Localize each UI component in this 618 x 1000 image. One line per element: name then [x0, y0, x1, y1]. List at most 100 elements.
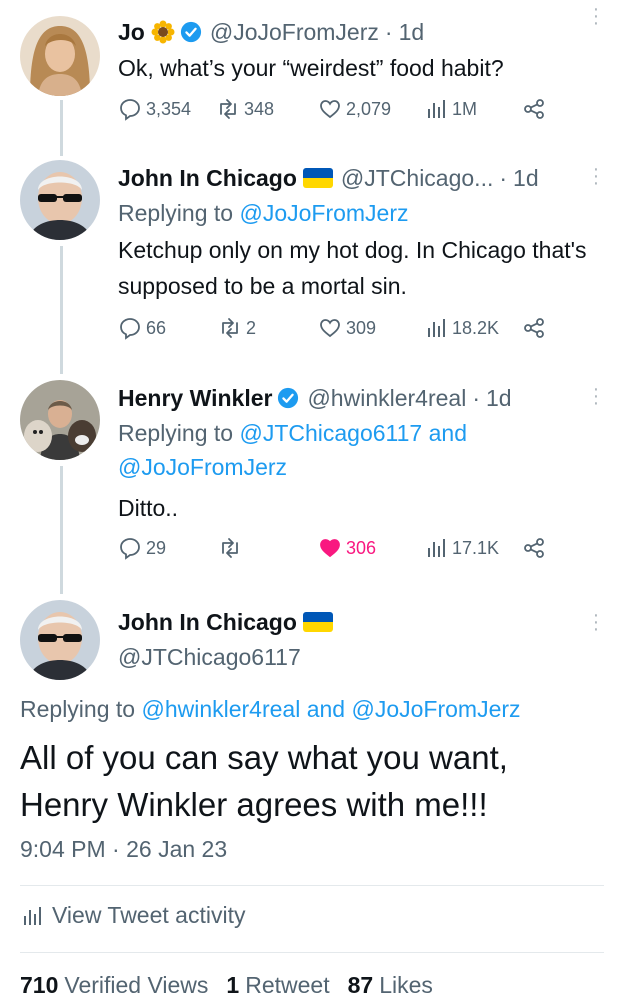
tweet-text: Ok, what’s your “weirdest” food habit?	[118, 55, 504, 81]
replying-to: Replying to @JoJoFromJerz	[118, 200, 409, 227]
reply-icon	[118, 97, 146, 121]
more-icon[interactable]: · · ·	[588, 605, 604, 639]
like-icon	[318, 316, 346, 340]
reply-button[interactable]: 29	[118, 536, 166, 560]
replying-to-and: and	[422, 420, 467, 446]
replying-to-label: Replying to	[118, 420, 240, 446]
more-icon[interactable]: · · ·	[588, 159, 604, 193]
like-count: 309	[346, 317, 377, 338]
reply-count: 29	[146, 537, 167, 558]
avatar[interactable]	[20, 16, 100, 96]
divider	[20, 952, 604, 953]
reply-button[interactable]: 66	[118, 316, 166, 340]
separator-dot: ·	[384, 18, 393, 45]
views-count[interactable]: 710	[20, 972, 58, 998]
mention-link[interactable]: @JoJoFromJerz	[351, 696, 520, 722]
author-name[interactable]: John In Chicago	[118, 165, 297, 192]
tweet-jo[interactable]: Jo @JoJoFromJerz · 1d · · · Ok, what’s you…	[0, 0, 618, 150]
activity-label: View Tweet activity	[52, 902, 246, 928]
author-name[interactable]: John In Chicago	[118, 609, 297, 636]
retweets-label[interactable]: Retweet	[245, 972, 329, 998]
verified-badge-icon	[180, 21, 202, 43]
replying-to: Replying to @JTChicago6117 and	[118, 420, 467, 447]
replying-to: Replying to @hwinkler4real and @JoJoFrom…	[20, 696, 521, 723]
tweet-john-reply[interactable]: John In Chicago @JTChicago... · 1d · · · R…	[0, 159, 618, 370]
views-count: 18.2K	[452, 317, 500, 338]
author-handle[interactable]: @JTChicago...	[341, 165, 493, 192]
replying-to-line2: @JoJoFromJerz	[118, 454, 287, 481]
sunflower-emoji-icon	[151, 20, 175, 44]
divider	[20, 885, 604, 886]
retweet-button[interactable]	[218, 536, 246, 560]
reply-button[interactable]: 3,354	[118, 97, 191, 121]
reply-count: 66	[146, 317, 167, 338]
reply-icon	[118, 316, 146, 340]
author-handle[interactable]: @hwinkler4real	[307, 385, 466, 412]
like-button[interactable]: 2,079	[318, 97, 391, 121]
likes-label[interactable]: Likes	[379, 972, 433, 998]
mention-link[interactable]: @JoJoFromJerz	[239, 200, 408, 226]
separator-dot: ·	[472, 384, 480, 411]
tweet-text: Ketchup only on my hot dog. In Chicago t…	[118, 237, 587, 299]
reply-icon	[118, 536, 146, 560]
reply-count: 3,354	[146, 98, 192, 119]
retweet-button[interactable]: 2	[218, 316, 256, 340]
tweet-text: Ditto..	[118, 495, 179, 521]
author-handle[interactable]: @JoJoFromJerz	[210, 19, 379, 46]
views-count: 1M	[452, 98, 478, 119]
retweets-count[interactable]: 1	[226, 972, 239, 998]
more-icon[interactable]: · · ·	[588, 0, 604, 33]
mention-link[interactable]: @JTChicago6117	[239, 420, 422, 446]
tweet-henry-reply[interactable]: Henry Winkler @hwinkler4real · 1d · · · Re…	[0, 379, 618, 590]
views-button[interactable]: 18.2K	[424, 316, 499, 340]
likes-count[interactable]: 87	[348, 972, 374, 998]
view-tweet-activity-link[interactable]: View Tweet activity	[20, 902, 245, 929]
views-icon	[424, 536, 452, 560]
author-name[interactable]: Henry Winkler	[118, 385, 272, 412]
avatar[interactable]	[20, 160, 100, 240]
share-button[interactable]	[522, 97, 550, 121]
retweet-icon	[216, 97, 244, 121]
like-button[interactable]: 309	[318, 316, 376, 340]
retweet-button[interactable]: 348	[216, 97, 274, 121]
like-count: 2,079	[346, 98, 392, 119]
views-label[interactable]: Verified Views	[64, 972, 208, 998]
tweet-stats: 710 Verified Views 1 Retweet 87 Likes	[20, 972, 451, 999]
tweet-time[interactable]: 1d	[513, 165, 539, 192]
share-button[interactable]	[522, 536, 550, 560]
tweet-time[interactable]: 1d	[399, 19, 425, 46]
retweet-icon	[218, 536, 246, 560]
replying-to-and: and	[300, 696, 352, 722]
verified-badge-icon	[277, 387, 299, 409]
main-tweet-text: All of you can say what you want, Henry …	[20, 739, 508, 823]
views-button[interactable]: 17.1K	[424, 536, 499, 560]
ukraine-flag-icon	[302, 612, 333, 632]
author-name[interactable]: Jo	[118, 19, 145, 46]
retweet-icon	[218, 316, 246, 340]
retweet-count: 2	[246, 317, 257, 338]
views-icon	[424, 316, 452, 340]
replying-to-label: Replying to	[118, 200, 240, 226]
more-icon[interactable]: · · ·	[588, 379, 604, 413]
avatar[interactable]	[20, 380, 100, 460]
views-icon	[20, 904, 52, 928]
avatar[interactable]	[20, 600, 100, 680]
mention-link[interactable]: @hwinkler4real	[141, 696, 300, 722]
share-button[interactable]	[522, 316, 550, 340]
author-handle[interactable]: @JTChicago6117	[118, 644, 301, 671]
retweet-count: 348	[244, 98, 275, 119]
ukraine-flag-icon	[302, 168, 333, 188]
tweet-time[interactable]: 1d	[486, 385, 512, 412]
share-icon	[522, 316, 550, 340]
share-icon	[522, 536, 550, 560]
like-button[interactable]: 306	[318, 536, 376, 560]
tweet-timestamp[interactable]: 9:04 PM · 26 Jan 23	[20, 836, 227, 863]
views-icon	[424, 97, 452, 121]
views-button[interactable]: 1M	[424, 97, 477, 121]
views-count: 17.1K	[452, 537, 500, 558]
separator-dot: ·	[499, 164, 508, 191]
replying-to-label: Replying to	[20, 696, 142, 722]
like-count: 306	[346, 537, 377, 558]
like-icon	[318, 536, 346, 560]
mention-link[interactable]: @JoJoFromJerz	[118, 454, 287, 480]
